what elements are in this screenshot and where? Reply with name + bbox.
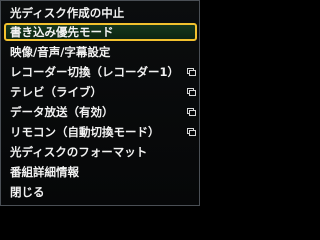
menu-item-data-broadcast[interactable]: データ放送（有効） bbox=[4, 103, 197, 121]
submenu-icon bbox=[187, 88, 196, 96]
menu-item-label: 映像/音声/字幕設定 bbox=[10, 45, 111, 59]
menu-item-label: テレビ（ライブ） bbox=[10, 85, 102, 99]
menu-item-label: データ放送（有効） bbox=[10, 105, 114, 119]
menu-item-write-priority-mode[interactable]: 書き込み優先モード bbox=[4, 23, 197, 41]
menu-item-stop-disc-creation[interactable]: 光ディスク作成の中止 bbox=[4, 4, 197, 22]
menu-item-tv-live[interactable]: テレビ（ライブ） bbox=[4, 83, 197, 101]
menu-item-label: 書き込み優先モード bbox=[10, 25, 114, 39]
menu-item-label: 番組詳細情報 bbox=[10, 165, 79, 179]
submenu-icon bbox=[187, 68, 196, 76]
menu-item-close[interactable]: 閉じる bbox=[4, 183, 197, 201]
context-menu: 光ディスク作成の中止 書き込み優先モード 映像/音声/字幕設定 レコーダー切換（… bbox=[0, 0, 200, 206]
menu-item-video-audio-subtitle-settings[interactable]: 映像/音声/字幕設定 bbox=[4, 43, 197, 61]
menu-item-program-details[interactable]: 番組詳細情報 bbox=[4, 163, 197, 181]
menu-item-label: 光ディスク作成の中止 bbox=[10, 6, 125, 20]
menu-item-remote-control[interactable]: リモコン（自動切換モード） bbox=[4, 123, 197, 141]
menu-item-label: 閉じる bbox=[10, 185, 45, 199]
menu-item-recorder-switch[interactable]: レコーダー切換（レコーダー1） bbox=[4, 63, 197, 81]
menu-item-label: リモコン（自動切換モード） bbox=[10, 125, 160, 139]
menu-item-label: レコーダー切換（レコーダー1） bbox=[10, 65, 179, 79]
menu-item-label: 光ディスクのフォーマット bbox=[10, 145, 148, 159]
menu-item-format-optical-disc[interactable]: 光ディスクのフォーマット bbox=[4, 143, 197, 161]
submenu-icon bbox=[187, 108, 196, 116]
submenu-icon bbox=[187, 128, 196, 136]
